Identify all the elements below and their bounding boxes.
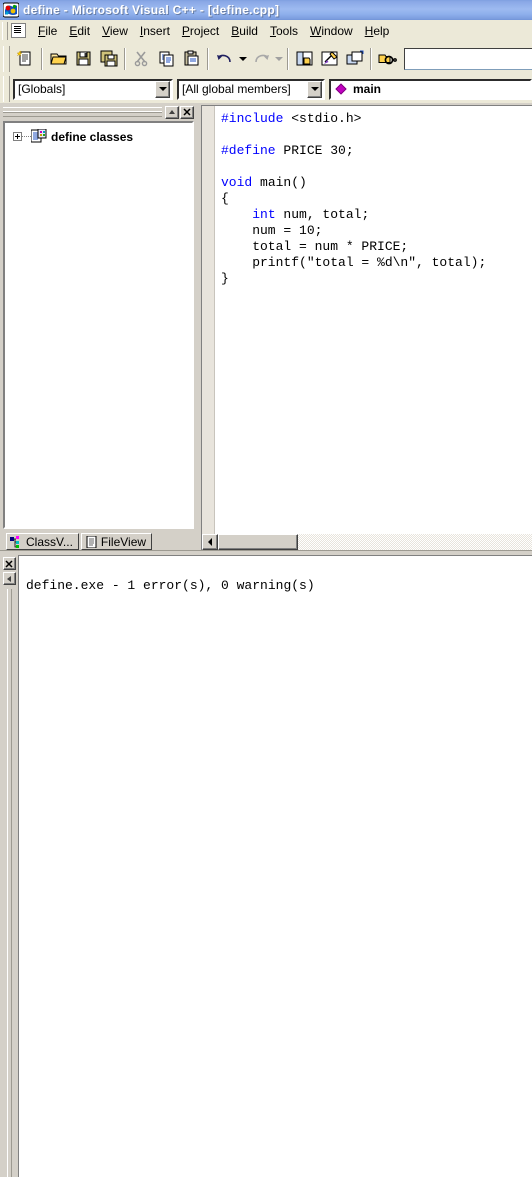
tree-connector xyxy=(22,136,31,137)
member-combo[interactable]: [All global members] xyxy=(177,78,325,100)
panes: define classes ClassV... FileView #inclu… xyxy=(0,103,532,550)
workspace-close-button[interactable] xyxy=(180,105,194,119)
tab-fileview-label: FileView xyxy=(100,534,147,549)
symbol-combo-value: main xyxy=(353,82,382,96)
menu-view[interactable]: View xyxy=(96,22,134,40)
menu-window[interactable]: Window xyxy=(304,22,359,40)
menu-insert[interactable]: Insert xyxy=(134,22,176,40)
toolbar-separator xyxy=(287,47,289,70)
toolbar-separator xyxy=(207,47,209,70)
code-line: } xyxy=(221,271,229,286)
new-text-file-icon[interactable] xyxy=(13,47,38,71)
output-gutter xyxy=(0,555,18,1177)
member-combo-value: [All global members] xyxy=(182,82,291,96)
client-area: define classes ClassV... FileView #inclu… xyxy=(0,103,532,1177)
standard-toolbar xyxy=(0,42,532,76)
member-diamond-icon xyxy=(335,83,347,95)
visual-cpp-icon xyxy=(2,2,20,18)
workspace-minimize-button[interactable] xyxy=(165,105,179,119)
output-window-icon[interactable] xyxy=(317,47,342,71)
class-combo[interactable]: [Globals] xyxy=(13,78,173,100)
workspace-titlebar xyxy=(3,105,197,119)
window-titlebar[interactable]: define - Microsoft Visual C++ - [define.… xyxy=(0,0,532,20)
tab-classview-label: ClassV... xyxy=(26,534,73,549)
chevron-down-icon[interactable] xyxy=(155,80,170,98)
undo-arrow-icon[interactable] xyxy=(212,47,237,71)
workspace-drag-grip[interactable] xyxy=(3,107,162,117)
paste-clipboard-icon[interactable] xyxy=(179,47,204,71)
code-line: num = 10; xyxy=(221,223,323,238)
tree-item-define-classes[interactable]: define classes xyxy=(5,123,192,144)
scrollbar-thumb[interactable] xyxy=(218,534,298,550)
fileview-icon xyxy=(85,535,98,548)
menubar-grip[interactable] xyxy=(2,21,8,40)
output-scroll-left-button[interactable] xyxy=(2,572,16,585)
classview-icon xyxy=(10,535,23,548)
undo-dropdown-icon[interactable] xyxy=(237,47,248,71)
window-title: define - Microsoft Visual C++ - [define.… xyxy=(23,3,280,17)
wizardbar-grip[interactable] xyxy=(3,76,10,102)
toolbar-separator xyxy=(370,47,372,70)
output-drag-grip[interactable] xyxy=(6,589,12,1177)
toolbar-separator xyxy=(41,47,43,70)
code-line: total = num * PRICE; xyxy=(221,239,409,254)
find-input[interactable] xyxy=(404,47,532,70)
open-folder-icon[interactable] xyxy=(46,47,71,71)
code-line: #include <stdio.h> xyxy=(221,111,362,126)
menu-build[interactable]: Build xyxy=(225,22,264,40)
toolbar-grip[interactable] xyxy=(3,45,10,72)
tab-classview[interactable]: ClassV... xyxy=(6,533,79,550)
classview-tree[interactable]: define classes xyxy=(3,121,194,529)
expand-plus-icon[interactable] xyxy=(13,132,22,141)
code-line: { xyxy=(221,191,229,206)
code-line: #define PRICE 30; xyxy=(221,143,354,158)
tab-fileview[interactable]: FileView xyxy=(80,533,153,550)
code-line: int num, total; xyxy=(252,207,370,222)
menu-tools[interactable]: Tools xyxy=(264,22,304,40)
redo-arrow-icon[interactable] xyxy=(248,47,273,71)
toolbar-separator xyxy=(124,47,126,70)
class-folder-icon xyxy=(30,128,47,144)
save-all-icon[interactable] xyxy=(96,47,121,71)
workspace-window-icon[interactable] xyxy=(292,47,317,71)
menubar: File Edit View Insert Project Build Tool… xyxy=(0,20,532,42)
document-system-icon[interactable] xyxy=(11,23,26,38)
scroll-left-button[interactable] xyxy=(202,534,218,550)
output-pane: define.exe - 1 error(s), 0 warning(s) xyxy=(0,552,532,1177)
menu-edit[interactable]: Edit xyxy=(63,22,96,40)
tree-item-label: define classes xyxy=(51,129,134,144)
menu-file[interactable]: File xyxy=(32,22,63,40)
wizardbar: [Globals] [All global members] main xyxy=(0,76,532,103)
selection-margin[interactable] xyxy=(202,106,215,534)
redo-dropdown-icon[interactable] xyxy=(273,47,284,71)
cut-scissors-icon[interactable] xyxy=(129,47,154,71)
class-combo-value: [Globals] xyxy=(18,82,66,96)
find-in-files-icon[interactable] xyxy=(375,47,400,71)
scrollbar-track[interactable] xyxy=(298,534,532,550)
code-editor[interactable]: #include <stdio.h> #define PRICE 30; voi… xyxy=(201,105,532,534)
window-list-icon[interactable] xyxy=(342,47,367,71)
menu-project[interactable]: Project xyxy=(176,22,225,40)
workspace-pane: define classes ClassV... FileView xyxy=(0,103,197,550)
output-text[interactable]: define.exe - 1 error(s), 0 warning(s) xyxy=(18,555,532,1177)
editor-pane: #include <stdio.h> #define PRICE 30; voi… xyxy=(201,103,532,550)
copy-icon[interactable] xyxy=(154,47,179,71)
output-close-button[interactable] xyxy=(2,557,16,570)
save-icon[interactable] xyxy=(71,47,96,71)
editor-horizontal-scrollbar[interactable] xyxy=(201,534,532,550)
chevron-down-icon[interactable] xyxy=(307,80,322,98)
code-text[interactable]: #include <stdio.h> #define PRICE 30; voi… xyxy=(215,106,532,534)
workspace-tabs: ClassV... FileView xyxy=(3,531,197,550)
code-line: printf("total = %d\n", total); xyxy=(221,255,487,270)
symbol-combo[interactable]: main xyxy=(329,78,532,100)
menu-help[interactable]: Help xyxy=(359,22,396,40)
code-line: void main() xyxy=(221,175,307,190)
